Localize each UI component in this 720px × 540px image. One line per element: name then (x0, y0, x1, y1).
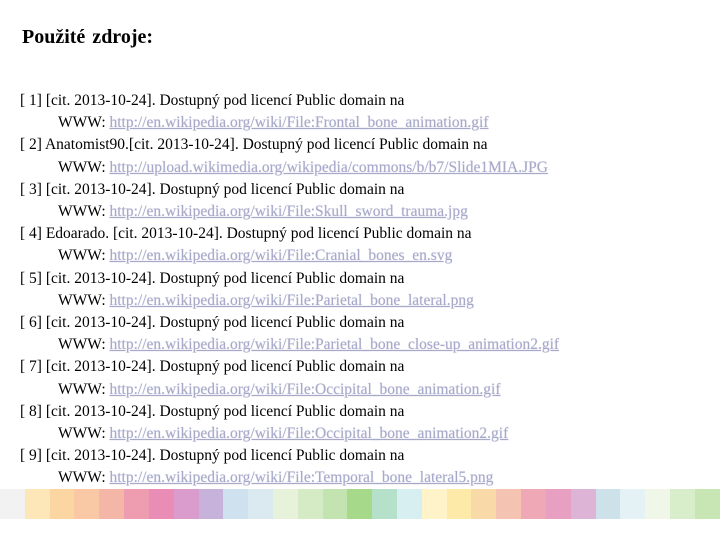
reference-item: [ 8] [cit. 2013-10-24]. Dostupný pod lic… (20, 401, 710, 445)
reference-link[interactable]: http://en.wikipedia.org/wiki/File:Occipi… (110, 381, 501, 398)
stripe-segment (322, 489, 348, 519)
www-prefix: WWW: (58, 425, 110, 443)
reference-source: WWW: http://en.wikipedia.org/wiki/File:F… (20, 112, 710, 134)
reference-source: WWW: http://en.wikipedia.org/wiki/File:O… (20, 379, 710, 401)
stripe-segment (645, 489, 670, 519)
stripe-segment (223, 489, 249, 519)
reference-label: [ 1] [cit. 2013-10-24]. Dostupný pod lic… (20, 92, 405, 109)
reference-label: [ 7] [cit. 2013-10-24]. Dostupný pod lic… (20, 358, 405, 376)
reference-item: [ 3] [cit. 2013-10-24]. Dostupný pod lic… (20, 179, 710, 223)
reference-item: [ 4] Edoarado. [cit. 2013-10-24]. Dostup… (20, 223, 710, 267)
stripe-segment (570, 489, 596, 519)
stripe-segment (148, 489, 174, 519)
reference-source: WWW: http://en.wikipedia.org/wiki/File:S… (20, 201, 710, 223)
reference-item: [ 2] Anatomist90.[cit. 2013-10-24]. Dost… (20, 134, 710, 178)
reference-link[interactable]: http://en.wikipedia.org/wiki/File:Skull_… (110, 203, 468, 220)
reference-link[interactable]: http://upload.wikimedia.org/wikipedia/co… (110, 159, 548, 176)
stripe-segment (694, 489, 720, 519)
reference-label: [ 2] Anatomist90.[cit. 2013-10-24]. Dost… (20, 136, 488, 154)
reference-label: [ 5] [cit. 2013-10-24]. Dostupný pod lic… (20, 269, 405, 287)
stripe-segment (372, 489, 397, 519)
page-title: Použité zdroje: (22, 26, 154, 48)
www-prefix: WWW: (58, 469, 110, 487)
stripe-segment (471, 489, 497, 519)
reference-label: [ 8] [cit. 2013-10-24]. Dostupný pod lic… (20, 402, 405, 420)
reference-source: WWW: http://en.wikipedia.org/wiki/File:P… (20, 290, 710, 312)
stripe-segment (24, 489, 50, 519)
stripe-segment (347, 489, 373, 519)
www-prefix: WWW: (58, 336, 110, 354)
reference-label: [ 4] Edoarado. [cit. 2013-10-24]. Dostup… (20, 225, 472, 243)
stripe-segment (272, 489, 298, 519)
stripe-segment (421, 489, 447, 519)
reference-item: [ 6] [cit. 2013-10-24]. Dostupný pod lic… (20, 312, 710, 356)
reference-link[interactable]: http://en.wikipedia.org/wiki/File:Crania… (110, 247, 453, 264)
www-prefix: WWW: (58, 203, 110, 221)
stripe-segment (49, 489, 75, 519)
stripe-segment (545, 489, 571, 519)
reference-item: [ 7] [cit. 2013-10-24]. Dostupný pod lic… (20, 356, 710, 400)
decorative-color-stripe (0, 489, 720, 519)
reference-item: [ 1] [cit. 2013-10-24]. Dostupný pod lic… (20, 90, 710, 134)
stripe-segment (446, 489, 472, 519)
reference-link[interactable]: http://en.wikipedia.org/wiki/File:Fronta… (110, 114, 489, 131)
stripe-segment (521, 489, 546, 519)
stripe-segment (397, 489, 422, 519)
stripe-segment (124, 489, 149, 519)
stripe-segment (620, 489, 646, 519)
reference-source: WWW: http://en.wikipedia.org/wiki/File:T… (20, 467, 710, 489)
reference-link[interactable]: http://en.wikipedia.org/wiki/File:Tempor… (110, 469, 494, 486)
reference-link[interactable]: http://en.wikipedia.org/wiki/File:Pariet… (110, 292, 474, 309)
reference-source: WWW: http://upload.wikimedia.org/wikiped… (20, 157, 710, 179)
stripe-segment (74, 489, 100, 519)
stripe-segment (248, 489, 273, 519)
stripe-segment (198, 489, 224, 519)
reference-label: [ 6] [cit. 2013-10-24]. Dostupný pod lic… (20, 314, 405, 332)
reference-label: [ 9] [cit. 2013-10-24]. Dostupný pod lic… (20, 447, 405, 465)
www-prefix: WWW: (58, 380, 110, 398)
www-prefix: WWW: (58, 247, 110, 265)
reference-item: [ 5] [cit. 2013-10-24]. Dostupný pod lic… (20, 268, 710, 312)
reference-link[interactable]: http://en.wikipedia.org/wiki/File:Pariet… (110, 336, 560, 353)
www-prefix: WWW: (58, 158, 110, 176)
stripe-segment (496, 489, 522, 519)
www-prefix: WWW: (58, 114, 110, 132)
reference-list: [ 1] [cit. 2013-10-24]. Dostupný pod lic… (20, 90, 710, 490)
stripe-segment (99, 489, 125, 519)
reference-source: WWW: http://en.wikipedia.org/wiki/File:O… (20, 423, 710, 445)
stripe-segment (595, 489, 621, 519)
reference-label: [ 3] [cit. 2013-10-24]. Dostupný pod lic… (20, 180, 405, 198)
reference-item: [ 9] [cit. 2013-10-24]. Dostupný pod lic… (20, 445, 710, 489)
stripe-segment (173, 489, 199, 519)
reference-source: WWW: http://en.wikipedia.org/wiki/File:C… (20, 245, 710, 267)
www-prefix: WWW: (58, 291, 110, 309)
stripe-segment (669, 489, 695, 519)
reference-link[interactable]: http://en.wikipedia.org/wiki/File:Occipi… (110, 425, 509, 442)
stripe-segment (297, 489, 323, 519)
stripe-segment (0, 489, 25, 519)
reference-source: WWW: http://en.wikipedia.org/wiki/File:P… (20, 334, 710, 356)
